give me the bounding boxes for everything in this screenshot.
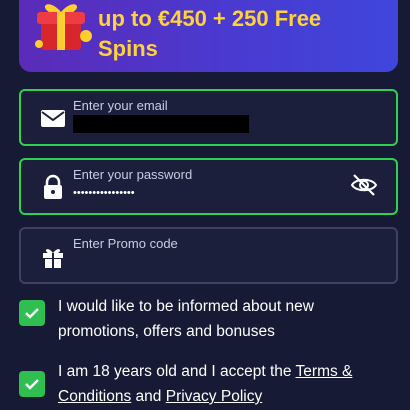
banner-line-2: Spins (98, 36, 158, 61)
marketing-checkbox[interactable] (19, 300, 45, 326)
and-text: and (131, 388, 166, 405)
banner-line-1: up to €450 + 250 Free (98, 6, 322, 31)
promo-banner: up to €450 + 250 Free Spins (19, 0, 398, 72)
password-input[interactable]: •••••••••••••••• (73, 184, 249, 202)
promo-code-label: Enter Promo code (73, 236, 178, 251)
envelope-icon (41, 110, 65, 127)
email-input[interactable] (73, 115, 249, 133)
privacy-link[interactable]: Privacy Policy (166, 388, 262, 405)
gift-box-icon (35, 4, 92, 50)
age-statement: I am 18 years old and I accept the (58, 363, 296, 380)
password-field[interactable]: Enter your password •••••••••••••••• (19, 158, 398, 215)
terms-consent-text: I am 18 years old and I accept the Terms… (58, 359, 398, 409)
email-label: Enter your email (73, 98, 168, 113)
eye-slash-icon[interactable] (350, 171, 378, 199)
checkmark-icon (25, 308, 39, 319)
password-label: Enter your password (73, 167, 193, 182)
promo-code-field[interactable]: Enter Promo code (19, 227, 398, 284)
terms-checkbox[interactable] (19, 371, 45, 397)
marketing-consent-text: I would like to be informed about new pr… (58, 298, 314, 340)
checkmark-icon (25, 379, 39, 390)
email-field[interactable]: Enter your email (19, 89, 398, 146)
gift-icon (43, 249, 63, 268)
lock-icon (44, 174, 62, 199)
